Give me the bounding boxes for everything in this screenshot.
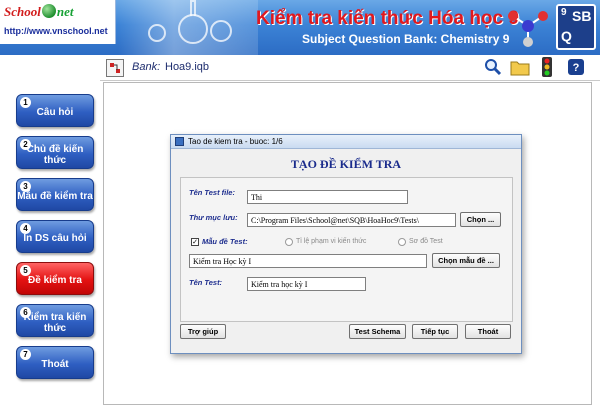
sidebar-item-mau-de[interactable]: 3 Mẫu đề kiểm tra bbox=[16, 178, 94, 211]
schoolnet-logo: School net http://www.vnschool.net bbox=[0, 0, 116, 44]
svg-text:?: ? bbox=[573, 62, 580, 74]
nav-number: 7 bbox=[20, 349, 31, 360]
window-icon bbox=[175, 137, 184, 146]
dialog-heading: TẠO ĐỀ KIỂM TRA bbox=[290, 157, 402, 171]
app-window: School net http://www.vnschool.net Kiểm t… bbox=[0, 0, 600, 406]
search-icon bbox=[485, 59, 502, 76]
nav-number: 2 bbox=[20, 139, 31, 150]
nav-number: 4 bbox=[20, 223, 31, 234]
sidebar-item-thoat[interactable]: 7 Thoát bbox=[16, 346, 94, 379]
sidebar-item-de-kiem-tra[interactable]: 5 Đề kiểm tra bbox=[16, 262, 94, 295]
template-checkbox-label: Mẫu đề Test: bbox=[202, 237, 248, 246]
nav-number: 6 bbox=[20, 307, 31, 318]
sidebar-item-label: Câu hỏi bbox=[36, 107, 74, 118]
test-name-label: Tên Test: bbox=[189, 278, 223, 287]
nav-number: 3 bbox=[20, 181, 31, 192]
folder-label: Thư mục lưu: bbox=[189, 213, 238, 222]
continue-button[interactable]: Tiếp tục bbox=[412, 324, 458, 339]
help-icon: ? bbox=[568, 59, 584, 75]
sidebar-item-label: Mẫu đề kiểm tra bbox=[17, 191, 93, 202]
badge-q: Q bbox=[561, 28, 572, 44]
test-schema-button[interactable]: Test Schema bbox=[349, 324, 406, 339]
toolbar: Bank: Hoa9.iqb ? bbox=[100, 55, 600, 81]
sidebar-item-cau-hoi[interactable]: 1 Câu hỏi bbox=[16, 94, 94, 127]
app-title: Kiểm tra kiến thức Hóa học 9 bbox=[256, 8, 519, 29]
exit-button[interactable]: Thoát bbox=[465, 324, 511, 339]
test-name-input[interactable]: Kiểm tra học kỳ I bbox=[247, 277, 366, 291]
template-checkbox[interactable]: ✓ bbox=[191, 238, 199, 246]
sidebar-item-in-ds[interactable]: 4 In DS câu hỏi bbox=[16, 220, 94, 253]
app-subtitle: Subject Question Bank: Chemistry 9 bbox=[302, 32, 510, 46]
folder-input[interactable]: C:\Program Files\School@net\SQB\HoaHoc9\… bbox=[247, 213, 456, 227]
choose-template-button[interactable]: Chọn mẫu đề ... bbox=[432, 253, 500, 268]
radio-ratio-label: Tỉ lệ phạm vi kiến thức bbox=[296, 238, 367, 245]
dialog-form-panel: Tên Test file: Thi Thư mục lưu: C:\Progr… bbox=[180, 177, 513, 322]
logo-url: http://www.vnschool.net bbox=[4, 26, 108, 36]
template-input[interactable]: Kiểm tra Học kỳ I bbox=[189, 254, 427, 268]
molecule-icon bbox=[508, 11, 548, 47]
nav-number: 5 bbox=[20, 265, 31, 276]
sidebar-item-chu-de[interactable]: 2 Chủ đề kiến thức bbox=[16, 136, 94, 169]
sqb-badge: 9 SB Q bbox=[556, 4, 596, 50]
badge-number: 9 bbox=[561, 7, 567, 18]
dialog-title: Tao de kiem tra - buoc: 1/6 bbox=[188, 137, 283, 146]
bank-filename: Hoa9.iqb bbox=[165, 61, 210, 73]
logo-school: School bbox=[4, 4, 41, 19]
help-button[interactable]: Trợ giúp bbox=[180, 324, 226, 339]
folder-icon bbox=[510, 61, 530, 76]
dialog-titlebar[interactable]: Tao de kiem tra - buoc: 1/6 bbox=[171, 135, 521, 149]
radio-diagram-label: Sơ đồ Test bbox=[409, 238, 443, 245]
search-button[interactable] bbox=[483, 57, 503, 77]
globe-icon bbox=[41, 4, 56, 18]
sidebar-item-label: In DS câu hỏi bbox=[23, 233, 87, 244]
test-file-label: Tên Test file: bbox=[189, 188, 235, 197]
nav-number: 1 bbox=[20, 97, 31, 108]
test-file-input[interactable]: Thi bbox=[247, 190, 408, 204]
sidebar: 1 Câu hỏi 2 Chủ đề kiến thức 3 Mẫu đề ki… bbox=[0, 81, 100, 406]
help-button[interactable]: ? bbox=[566, 57, 586, 77]
open-folder-button[interactable] bbox=[510, 57, 530, 77]
radio-diagram[interactable] bbox=[398, 238, 406, 246]
sidebar-item-label: Đề kiểm tra bbox=[28, 275, 82, 286]
create-test-dialog: Tao de kiem tra - buoc: 1/6 TẠO ĐỀ KIỂM … bbox=[170, 134, 522, 354]
badge-letters: SB bbox=[572, 8, 592, 24]
radio-ratio[interactable] bbox=[285, 238, 293, 246]
sidebar-item-kiem-tra-kien-thuc[interactable]: 6 Kiểm tra kiến thức bbox=[16, 304, 94, 337]
lab-glassware-icon bbox=[118, 0, 258, 55]
bank-icon[interactable] bbox=[106, 59, 124, 77]
traffic-light-button[interactable] bbox=[537, 57, 557, 77]
sidebar-item-label: Thoát bbox=[41, 359, 69, 370]
bank-label: Bank: bbox=[132, 61, 161, 73]
logo-text: School net bbox=[4, 4, 73, 20]
logo-net: net bbox=[56, 4, 74, 19]
choose-folder-button[interactable]: Chọn ... bbox=[460, 212, 501, 227]
traffic-light-icon bbox=[542, 57, 552, 77]
header-banner: School net http://www.vnschool.net Kiểm t… bbox=[0, 0, 600, 55]
